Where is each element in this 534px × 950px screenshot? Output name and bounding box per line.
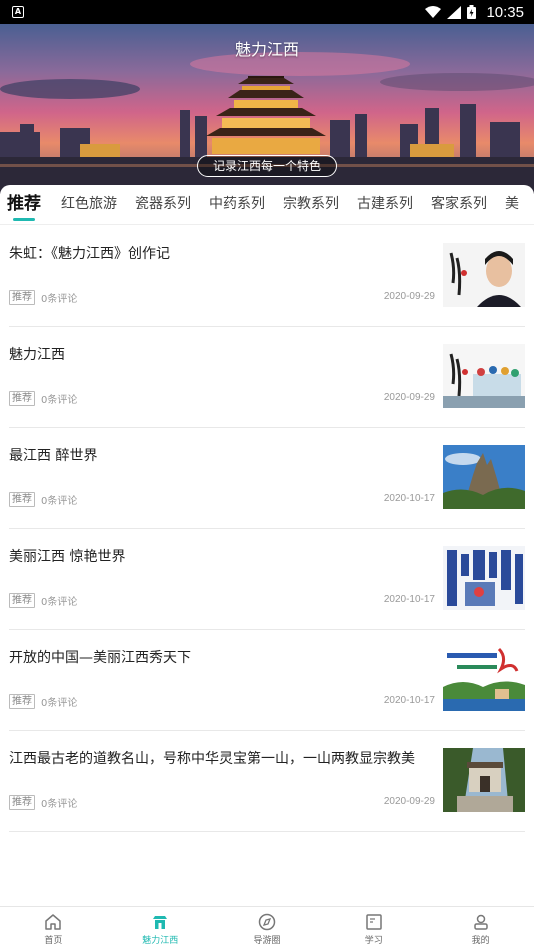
- article-thumbnail: [443, 344, 525, 408]
- comment-count: 0条评论: [41, 395, 78, 406]
- nav-mine-label: 我的: [471, 935, 490, 946]
- recommend-tag: 推荐: [9, 290, 35, 305]
- comment-count: 0条评论: [41, 597, 78, 608]
- recommend-tag: 推荐: [9, 593, 35, 608]
- status-bar: A 10:35: [0, 0, 534, 24]
- user-icon: [473, 914, 488, 930]
- tab-hakka[interactable]: 客家系列: [431, 185, 487, 223]
- recommend-tag: 推荐: [9, 694, 35, 709]
- article-title: 朱虹：《魅力江西》创作记: [9, 246, 170, 262]
- article-thumbnail: [443, 445, 525, 509]
- recommend-tag: 推荐: [9, 795, 35, 810]
- compass-icon: [258, 913, 276, 930]
- signal-icon: [447, 5, 462, 19]
- article-title: 开放的中国—美丽江西秀天下: [9, 650, 191, 666]
- tab-more[interactable]: 美: [505, 185, 519, 223]
- nav-mine[interactable]: 我的: [427, 907, 534, 950]
- nav-charm-jiangxi-label: 魅力江西: [142, 935, 179, 946]
- article-date: 2020-10-17: [383, 695, 435, 706]
- article-date: 2020-09-29: [383, 392, 435, 403]
- bottom-nav: 首页 魅力江西 导游圈 学习 我的: [0, 906, 534, 950]
- tab-ancient-architecture[interactable]: 古建系列: [357, 185, 413, 223]
- nav-home-label: 首页: [44, 935, 63, 946]
- comment-count: 0条评论: [41, 496, 78, 507]
- app-notification-icon: A: [12, 6, 24, 18]
- article-title: 江西最古老的道教名山，号称中华灵宝第一山，一山两教显宗教美: [9, 751, 415, 767]
- comment-count: 0条评论: [41, 294, 78, 305]
- battery-icon: [467, 5, 477, 19]
- article-thumbnail: [443, 546, 525, 610]
- list-item[interactable]: 魅力江西 推荐 0条评论 2020-09-29: [9, 327, 525, 428]
- page-title: 魅力江西: [234, 40, 299, 59]
- list-item[interactable]: 美丽江西 惊艳世界 推荐 0条评论 2020-10-17: [9, 529, 525, 630]
- nav-study[interactable]: 学习: [320, 907, 427, 950]
- home-icon: [45, 913, 62, 930]
- nav-study-label: 学习: [364, 935, 383, 946]
- article-thumbnail: [443, 243, 525, 307]
- list-item[interactable]: 江西最古老的道教名山，号称中华灵宝第一山，一山两教显宗教美 推荐 0条评论 20…: [9, 731, 525, 832]
- list-item[interactable]: 开放的中国—美丽江西秀天下 推荐 0条评论 2020-10-17: [9, 630, 525, 731]
- list-item[interactable]: 最江西 醉世界 推荐 0条评论 2020-10-17: [9, 428, 525, 529]
- book-icon: [366, 913, 382, 930]
- tab-herbal-medicine[interactable]: 中药系列: [209, 185, 265, 223]
- article-date: 2020-09-29: [383, 796, 435, 807]
- wifi-icon: [425, 5, 442, 18]
- status-time: 10:35: [486, 3, 524, 21]
- article-title: 美丽江西 惊艳世界: [9, 549, 126, 565]
- article-title: 最江西 醉世界: [9, 448, 98, 464]
- tab-porcelain[interactable]: 瓷器系列: [135, 185, 191, 223]
- comment-count: 0条评论: [41, 698, 78, 709]
- article-thumbnail: [443, 748, 525, 812]
- pavilion-icon: [153, 915, 168, 929]
- tab-recommend[interactable]: 推荐: [7, 185, 41, 223]
- nav-guide-circle-label: 导游圈: [253, 935, 281, 946]
- article-list: 朱虹：《魅力江西》创作记 推荐 0条评论 2020-09-29 魅力江西 推荐 …: [0, 226, 534, 832]
- nav-home[interactable]: 首页: [0, 907, 107, 950]
- slogan-badge: 记录江西每一个特色: [197, 155, 337, 177]
- article-date: 2020-09-29: [383, 291, 435, 302]
- nav-charm-jiangxi[interactable]: 魅力江西: [107, 907, 214, 950]
- article-date: 2020-10-17: [383, 493, 435, 504]
- tab-red-tourism[interactable]: 红色旅游: [61, 185, 117, 223]
- article-thumbnail: [443, 647, 525, 711]
- category-tabs: 推荐 红色旅游 瓷器系列 中药系列 宗教系列 古建系列 客家系列 美: [0, 185, 534, 225]
- article-title: 魅力江西: [9, 347, 65, 363]
- tab-religion[interactable]: 宗教系列: [283, 185, 339, 223]
- hero-banner: 魅力江西 记录江西每一个特色: [0, 24, 534, 194]
- list-item[interactable]: 朱虹：《魅力江西》创作记 推荐 0条评论 2020-09-29: [9, 226, 525, 327]
- nav-guide-circle[interactable]: 导游圈: [214, 907, 321, 950]
- recommend-tag: 推荐: [9, 492, 35, 507]
- article-date: 2020-10-17: [383, 594, 435, 605]
- recommend-tag: 推荐: [9, 391, 35, 406]
- comment-count: 0条评论: [41, 799, 78, 810]
